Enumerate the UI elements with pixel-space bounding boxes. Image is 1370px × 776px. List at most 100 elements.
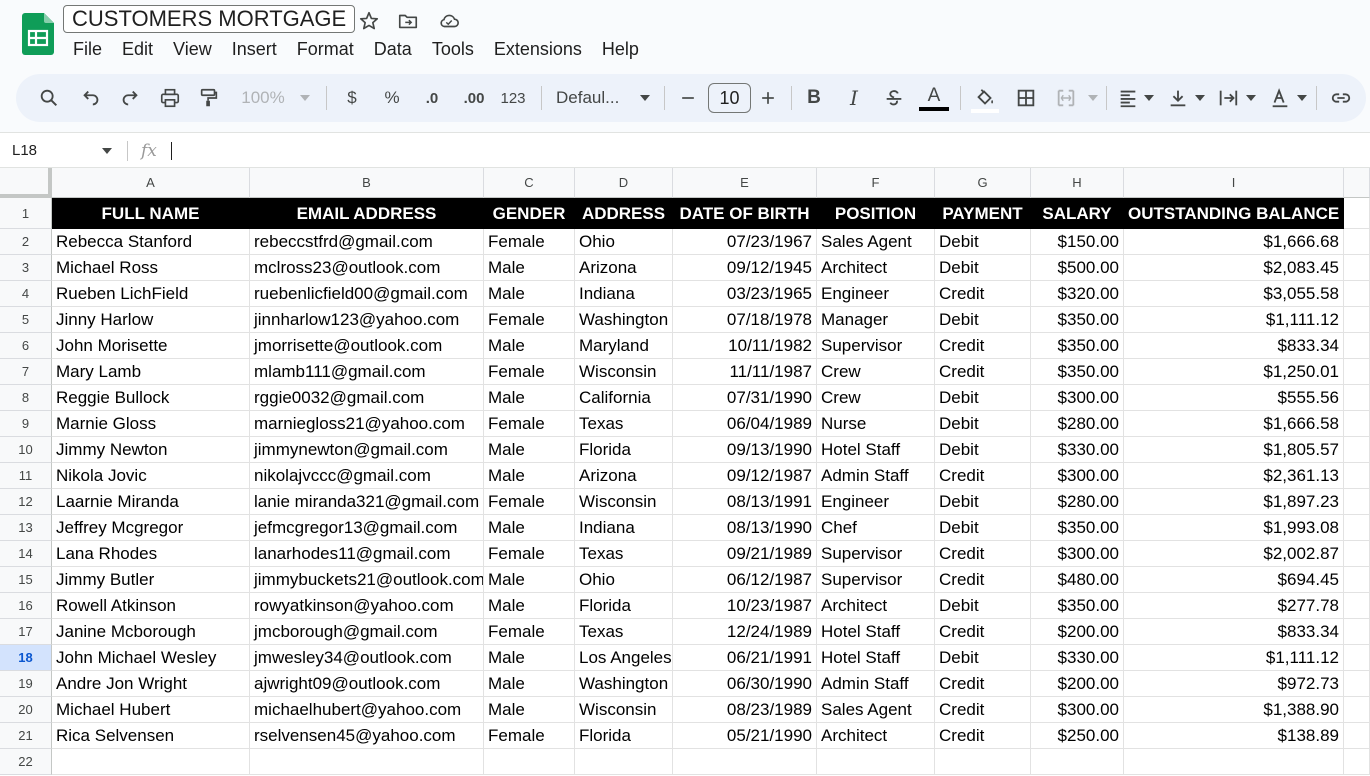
cell-d17[interactable]: Texas [575, 619, 673, 645]
cell-b22[interactable] [250, 749, 484, 775]
cell-g8[interactable]: Debit [935, 385, 1031, 411]
cell-d11[interactable]: Arizona [575, 463, 673, 489]
cell-i3[interactable]: $2,083.45 [1124, 255, 1344, 281]
cell-c14[interactable]: Female [484, 541, 575, 567]
cell-a18[interactable]: John Michael Wesley [52, 645, 250, 671]
row-header-15[interactable]: 15 [0, 567, 52, 593]
menu-help[interactable]: Help [592, 38, 649, 60]
row-header-9[interactable]: 9 [0, 411, 52, 437]
cell-f17[interactable]: Hotel Staff [817, 619, 935, 645]
cell-e16[interactable]: 10/23/1987 [673, 593, 817, 619]
cell-j9[interactable] [1344, 411, 1370, 437]
cell-b15[interactable]: jimmybuckets21@outlook.com [250, 567, 484, 593]
cell-e12[interactable]: 08/13/1991 [673, 489, 817, 515]
cell-a13[interactable]: Jeffrey Mcgregor [52, 515, 250, 541]
cell-b4[interactable]: ruebenlicfield00@gmail.com [250, 281, 484, 307]
cell-f11[interactable]: Admin Staff [817, 463, 935, 489]
cell-g1[interactable]: PAYMENT [935, 198, 1031, 229]
menu-extensions[interactable]: Extensions [484, 38, 592, 60]
paint-format-button[interactable] [196, 74, 222, 122]
cell-h9[interactable]: $280.00 [1031, 411, 1124, 437]
cell-a19[interactable]: Andre Jon Wright [52, 671, 250, 697]
cell-i13[interactable]: $1,993.08 [1124, 515, 1344, 541]
cell-i12[interactable]: $1,897.23 [1124, 489, 1344, 515]
cell-d16[interactable]: Florida [575, 593, 673, 619]
cell-h12[interactable]: $280.00 [1031, 489, 1124, 515]
print-button[interactable] [157, 74, 183, 122]
horizontal-align-button[interactable] [1116, 74, 1140, 122]
cell-j6[interactable] [1344, 333, 1370, 359]
cell-c8[interactable]: Male [484, 385, 575, 411]
cell-j21[interactable] [1344, 723, 1370, 749]
cell-d8[interactable]: California [575, 385, 673, 411]
cell-j7[interactable] [1344, 359, 1370, 385]
cell-c16[interactable]: Male [484, 593, 575, 619]
cell-a9[interactable]: Marnie Gloss [52, 411, 250, 437]
cell-i15[interactable]: $694.45 [1124, 567, 1344, 593]
cell-j19[interactable] [1344, 671, 1370, 697]
row-header-7[interactable]: 7 [0, 359, 52, 385]
cell-b5[interactable]: jinnharlow123@yahoo.com [250, 307, 484, 333]
move-folder-icon[interactable] [397, 10, 419, 32]
cell-g21[interactable]: Credit [935, 723, 1031, 749]
cell-i14[interactable]: $2,002.87 [1124, 541, 1344, 567]
cell-h15[interactable]: $480.00 [1031, 567, 1124, 593]
font-size-input[interactable]: 10 [708, 83, 751, 113]
formula-input[interactable] [171, 142, 172, 160]
bold-button[interactable]: B [804, 74, 824, 122]
cell-f3[interactable]: Architect [817, 255, 935, 281]
cell-g15[interactable]: Credit [935, 567, 1031, 593]
cell-j4[interactable] [1344, 281, 1370, 307]
column-header-f[interactable]: F [817, 168, 935, 198]
strikethrough-button[interactable] [882, 74, 906, 122]
row-header-8[interactable]: 8 [0, 385, 52, 411]
column-header-i[interactable]: I [1124, 168, 1344, 198]
cell-c2[interactable]: Female [484, 229, 575, 255]
cell-i9[interactable]: $1,666.58 [1124, 411, 1344, 437]
cell-i1[interactable]: OUTSTANDING BALANCE [1124, 198, 1344, 229]
row-header-17[interactable]: 17 [0, 619, 52, 645]
row-header-16[interactable]: 16 [0, 593, 52, 619]
cell-j13[interactable] [1344, 515, 1370, 541]
row-header-5[interactable]: 5 [0, 307, 52, 333]
cell-a21[interactable]: Rica Selvensen [52, 723, 250, 749]
cell-i22[interactable] [1124, 749, 1344, 775]
cell-g17[interactable]: Credit [935, 619, 1031, 645]
column-header-c[interactable]: C [484, 168, 575, 198]
cell-c13[interactable]: Male [484, 515, 575, 541]
insert-link-button[interactable] [1328, 74, 1354, 122]
text-wrapping-button[interactable] [1216, 74, 1240, 122]
cell-b14[interactable]: lanarhodes11@gmail.com [250, 541, 484, 567]
cell-f16[interactable]: Architect [817, 593, 935, 619]
row-header-20[interactable]: 20 [0, 697, 52, 723]
cell-b20[interactable]: michaelhubert@yahoo.com [250, 697, 484, 723]
cell-d20[interactable]: Wisconsin [575, 697, 673, 723]
cell-c12[interactable]: Female [484, 489, 575, 515]
cell-b11[interactable]: nikolajvccc@gmail.com [250, 463, 484, 489]
cell-h5[interactable]: $350.00 [1031, 307, 1124, 333]
sheets-logo-icon[interactable] [22, 13, 54, 55]
cell-g2[interactable]: Debit [935, 229, 1031, 255]
column-header-e[interactable]: E [673, 168, 817, 198]
cell-i2[interactable]: $1,666.68 [1124, 229, 1344, 255]
cell-b8[interactable]: rggie0032@gmail.com [250, 385, 484, 411]
cell-c19[interactable]: Male [484, 671, 575, 697]
cell-d22[interactable] [575, 749, 673, 775]
menu-edit[interactable]: Edit [112, 38, 163, 60]
cell-h14[interactable]: $300.00 [1031, 541, 1124, 567]
cell-g3[interactable]: Debit [935, 255, 1031, 281]
fill-color-button[interactable] [970, 74, 1000, 122]
row-header-18[interactable]: 18 [0, 645, 52, 671]
cell-c22[interactable] [484, 749, 575, 775]
cell-c6[interactable]: Male [484, 333, 575, 359]
cell-i16[interactable]: $277.78 [1124, 593, 1344, 619]
cell-j12[interactable] [1344, 489, 1370, 515]
text-rotation-button[interactable] [1268, 74, 1292, 122]
cell-c18[interactable]: Male [484, 645, 575, 671]
cell-h19[interactable]: $200.00 [1031, 671, 1124, 697]
spreadsheet-grid[interactable]: A B C D E F G H I 1 2 3 4 5 6 7 8 9 10 11 12 13 14 15 16 17 18 19 20… [0, 168, 1370, 776]
cell-e1[interactable]: DATE OF BIRTH [673, 198, 817, 229]
name-box[interactable]: L18 [12, 142, 37, 159]
cell-h6[interactable]: $350.00 [1031, 333, 1124, 359]
decrease-decimal-button[interactable]: .0 [419, 74, 445, 122]
